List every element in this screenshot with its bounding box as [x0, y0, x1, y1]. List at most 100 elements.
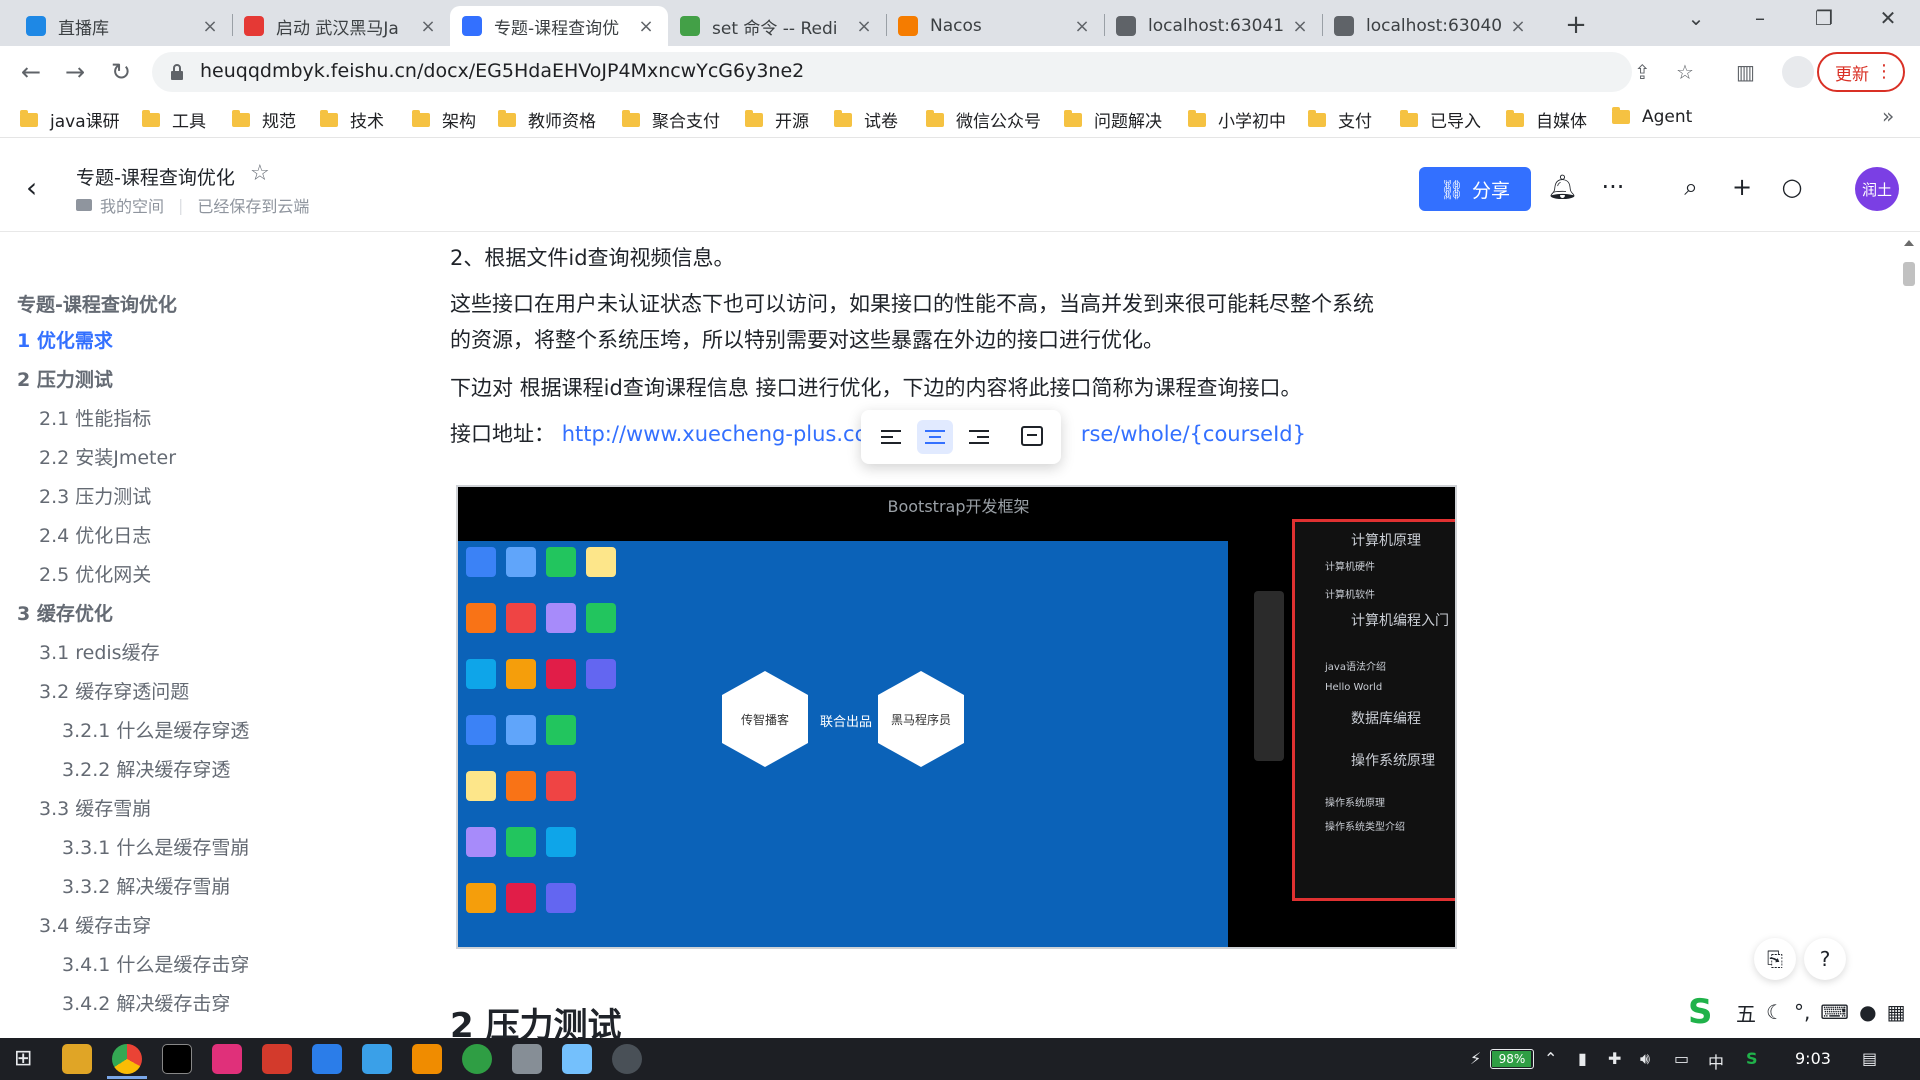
scroll-up-icon[interactable]: [1904, 240, 1914, 246]
toc-item[interactable]: 2.3 压力测试: [39, 482, 151, 509]
api-link-end[interactable]: rse/whole/{courseId}: [1081, 422, 1306, 446]
user-avatar[interactable]: 润土: [1855, 167, 1899, 211]
tab-search-icon[interactable]: ⌄: [1676, 6, 1716, 30]
new-tab-button[interactable]: +: [1560, 10, 1592, 42]
bookmark-item[interactable]: 已导入: [1400, 107, 1481, 132]
tab-0[interactable]: 直播库 ×: [14, 6, 232, 46]
tab-close-icon[interactable]: ×: [636, 16, 656, 37]
close-window-button[interactable]: ✕: [1868, 6, 1908, 30]
battery-indicator[interactable]: 98%: [1490, 1049, 1534, 1069]
tab-1[interactable]: 启动 武汉黑马Ja ×: [232, 6, 450, 46]
tab-close-icon[interactable]: ×: [854, 16, 874, 37]
toc-item[interactable]: 2.5 优化网关: [39, 560, 151, 587]
bookmark-item[interactable]: 规范: [232, 107, 296, 132]
star-icon[interactable]: ☆: [250, 161, 270, 186]
bulb-icon[interactable]: ○: [1777, 173, 1807, 201]
bookmark-star-icon[interactable]: ☆: [1676, 60, 1694, 84]
bookmark-item[interactable]: 架构: [412, 107, 476, 132]
pen-icon[interactable]: ▮: [1578, 1049, 1587, 1068]
align-center-button[interactable]: [917, 420, 953, 454]
doc-title[interactable]: 专题-课程查询优化: [76, 163, 235, 190]
bookmark-item[interactable]: 技术: [320, 107, 384, 132]
share-page-icon[interactable]: ⇪: [1634, 60, 1651, 84]
notification-icon[interactable]: ▤: [1862, 1049, 1877, 1068]
tab-4[interactable]: Nacos ×: [886, 6, 1104, 46]
tab-5[interactable]: localhost:63041 ×: [1104, 6, 1322, 46]
back-button[interactable]: ←: [14, 56, 48, 90]
clock[interactable]: 9:03: [1795, 1049, 1831, 1068]
reload-button[interactable]: ↻: [104, 56, 138, 90]
toc-item[interactable]: 3.4 缓存击穿: [39, 911, 151, 938]
toc-item[interactable]: 3.3.1 什么是缓存雪崩: [62, 833, 249, 860]
forward-button[interactable]: →: [58, 56, 92, 90]
bookmark-item[interactable]: java课研: [20, 107, 120, 132]
tray-expand-icon[interactable]: ⌃: [1544, 1049, 1557, 1068]
tab-close-icon[interactable]: ×: [1072, 16, 1092, 37]
terminal-icon[interactable]: [162, 1044, 192, 1074]
tab-2[interactable]: 专题-课程查询优 ×: [450, 6, 668, 46]
more-icon[interactable]: ···: [1598, 173, 1628, 201]
tab-6[interactable]: localhost:63040 ×: [1322, 6, 1540, 46]
bookmark-item[interactable]: 工具: [142, 107, 206, 132]
paragraph[interactable]: 2、根据文件id查询视频信息。: [450, 240, 735, 276]
restore-button[interactable]: ❐: [1804, 6, 1844, 30]
bookmark-item[interactable]: 支付: [1308, 107, 1372, 132]
scrollbar[interactable]: [1898, 232, 1920, 1038]
outline-icon[interactable]: ⎘: [1754, 938, 1796, 980]
share-button[interactable]: ⛓ 分享: [1419, 167, 1531, 211]
feishu-icon[interactable]: [312, 1044, 342, 1074]
toc-item[interactable]: 2 压力测试: [17, 365, 113, 392]
bookmark-item[interactable]: 试卷: [834, 107, 898, 132]
add-icon[interactable]: +: [1727, 173, 1757, 201]
bell-icon[interactable]: 🔔︎: [1547, 173, 1577, 201]
sogou-ime-icon[interactable]: S: [1688, 995, 1726, 1029]
volume-icon[interactable]: 🔊︎: [1640, 1049, 1650, 1069]
bookmark-item[interactable]: 教师资格: [498, 107, 596, 132]
app-icon[interactable]: [562, 1044, 592, 1074]
windows-start-icon[interactable]: ⊞: [14, 1046, 32, 1071]
paragraph[interactable]: 下边对 根据课程id查询课程信息 接口进行优化，下边的内容将此接口简称为课程查询…: [450, 370, 1302, 406]
api-link-start[interactable]: http://www.xuecheng-plus.co: [562, 422, 868, 446]
space-link[interactable]: 我的空间: [100, 193, 164, 217]
file-explorer-icon[interactable]: [62, 1044, 92, 1074]
bookmark-item[interactable]: 聚合支付: [622, 107, 720, 132]
bookmarks-overflow-icon[interactable]: »: [1882, 104, 1894, 128]
punctuation-icon[interactable]: °,: [1794, 1000, 1810, 1024]
profile-avatar[interactable]: [1782, 56, 1814, 88]
paragraph[interactable]: 这些接口在用户未认证状态下也可以访问，如果接口的性能不高，当高并发到来很可能耗尽…: [450, 286, 1374, 322]
bookmark-item[interactable]: 自媒体: [1506, 107, 1587, 132]
tab-close-icon[interactable]: ×: [1508, 16, 1528, 37]
ime-mode[interactable]: 五: [1736, 998, 1756, 1027]
bookmark-item[interactable]: Agent: [1612, 107, 1692, 127]
toc-item[interactable]: 1 优化需求: [17, 326, 113, 353]
paragraph[interactable]: 的资源，将整个系统压垮，所以特别需要对这些暴露在外边的接口进行优化。: [450, 322, 1164, 358]
redis-desktop-icon[interactable]: [262, 1044, 292, 1074]
toc-item[interactable]: 2.1 性能指标: [39, 404, 151, 431]
bookmark-item[interactable]: 问题解决: [1064, 107, 1162, 132]
moon-icon[interactable]: ☾: [1766, 1000, 1784, 1024]
align-right-button[interactable]: [961, 420, 997, 454]
app-icon[interactable]: [462, 1044, 492, 1074]
bookmark-item[interactable]: 开源: [745, 107, 809, 132]
address-bar[interactable]: heuqqdmbyk.feishu.cn/docx/EG5HdaEHVoJP4M…: [152, 52, 1694, 92]
side-panel-icon[interactable]: ▥: [1736, 60, 1755, 84]
embedded-screenshot[interactable]: Bootstrap开发框架 传智播客 黑马程序员 联合出品 计算机原理 计算机硬件…: [456, 485, 1457, 949]
tab-close-icon[interactable]: ×: [1290, 16, 1310, 37]
toc-item[interactable]: 专题-课程查询优化: [17, 290, 177, 317]
tab-close-icon[interactable]: ×: [418, 16, 438, 37]
toc-item[interactable]: 2.2 安装Jmeter: [39, 443, 176, 470]
search-icon[interactable]: ⌕: [1676, 173, 1706, 201]
app-icon[interactable]: [612, 1044, 642, 1074]
app-icon[interactable]: [412, 1044, 442, 1074]
tab-close-icon[interactable]: ×: [200, 16, 220, 37]
update-button[interactable]: 更新 ⋮: [1817, 52, 1905, 92]
app-icon[interactable]: [362, 1044, 392, 1074]
align-left-button[interactable]: [873, 420, 909, 454]
sogou-tray-icon[interactable]: S: [1746, 1049, 1758, 1068]
toc-item[interactable]: 3.1 redis缓存: [39, 638, 160, 665]
intellij-icon[interactable]: [212, 1044, 242, 1074]
toc-item[interactable]: 3.2.1 什么是缓存穿透: [62, 716, 249, 743]
comment-icon[interactable]: [1021, 426, 1043, 446]
toc-item[interactable]: 3.2.2 解决缓存穿透: [62, 755, 230, 782]
back-arrow-icon[interactable]: ‹: [26, 171, 37, 204]
